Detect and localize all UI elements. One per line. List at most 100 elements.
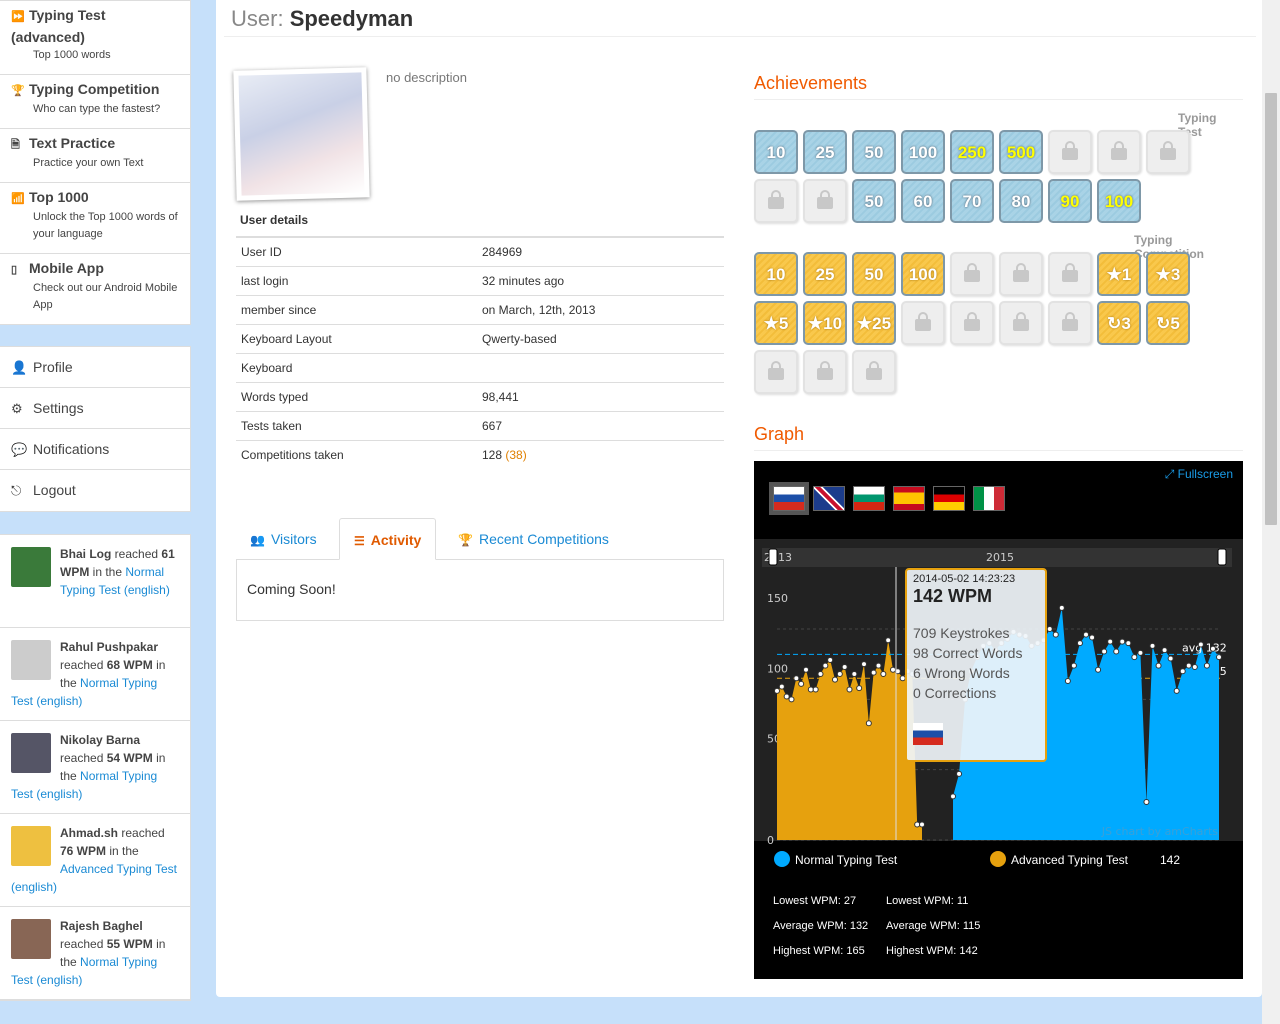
achievement-badge[interactable]: 100 bbox=[901, 130, 945, 174]
locked-badge[interactable] bbox=[950, 252, 994, 296]
data-point[interactable] bbox=[1058, 604, 1065, 611]
legend-advanced[interactable]: Advanced Typing Test 142 bbox=[990, 851, 1180, 867]
data-point[interactable] bbox=[1119, 638, 1126, 645]
achievement-badge[interactable]: 90 bbox=[1048, 179, 1092, 223]
feed-test-link[interactable]: Normal Typing Test bbox=[11, 955, 157, 987]
feed-user[interactable]: Rahul Pushpakar bbox=[60, 640, 158, 654]
feed-lang-link[interactable]: (english) bbox=[11, 880, 57, 894]
scroll-handle[interactable] bbox=[768, 548, 778, 566]
achievement-badge[interactable]: 25 bbox=[803, 130, 847, 174]
data-point[interactable] bbox=[1137, 649, 1144, 656]
feed-lang-link[interactable]: (english) bbox=[36, 787, 82, 801]
data-point[interactable] bbox=[1197, 641, 1204, 648]
locked-badge[interactable] bbox=[901, 301, 945, 345]
locked-badge[interactable] bbox=[803, 179, 847, 223]
achievement-badge[interactable]: 250 bbox=[950, 130, 994, 174]
tab-recent-competitions[interactable]: 🏆 Recent Competitions bbox=[444, 518, 623, 560]
data-point[interactable] bbox=[861, 661, 867, 668]
achievement-badge[interactable]: 100 bbox=[901, 252, 945, 296]
achievement-badge[interactable]: 50 bbox=[852, 130, 896, 174]
achievement-badge[interactable]: 10 bbox=[754, 130, 798, 174]
data-point[interactable] bbox=[1046, 626, 1053, 632]
data-point[interactable] bbox=[846, 686, 853, 693]
data-point[interactable] bbox=[1173, 687, 1180, 694]
avatar[interactable] bbox=[11, 733, 51, 773]
achievement-badge[interactable]: ★5 bbox=[754, 301, 798, 345]
locked-badge[interactable] bbox=[754, 179, 798, 223]
data-point[interactable] bbox=[885, 637, 892, 644]
data-point[interactable] bbox=[856, 685, 863, 692]
locked-badge[interactable] bbox=[852, 350, 896, 394]
locked-badge[interactable] bbox=[950, 301, 994, 345]
achievement-badge[interactable]: ↻3 bbox=[1097, 301, 1141, 345]
data-point[interactable] bbox=[1064, 678, 1071, 685]
achievement-badge[interactable]: ★25 bbox=[852, 301, 896, 345]
nav-item[interactable]: ⏩ Typing Test (advanced) Top 1000 words bbox=[0, 1, 190, 75]
menu-item-profile[interactable]: 👤 Profile bbox=[0, 347, 190, 388]
data-point[interactable] bbox=[788, 696, 795, 703]
menu-item-notifications[interactable]: 💬 Notifications bbox=[0, 429, 190, 470]
locked-badge[interactable] bbox=[1048, 301, 1092, 345]
data-point[interactable] bbox=[1161, 647, 1168, 654]
locked-badge[interactable] bbox=[999, 252, 1043, 296]
data-point[interactable] bbox=[1101, 648, 1108, 655]
avatar[interactable] bbox=[11, 826, 51, 866]
achievement-badge[interactable]: ★1 bbox=[1097, 252, 1141, 296]
data-point[interactable] bbox=[890, 666, 896, 673]
achievement-badge[interactable]: 500 bbox=[999, 130, 1043, 174]
data-point[interactable] bbox=[1107, 638, 1114, 645]
locked-badge[interactable] bbox=[1146, 130, 1190, 174]
data-point[interactable] bbox=[1179, 668, 1186, 675]
data-point[interactable] bbox=[778, 683, 785, 690]
data-point[interactable] bbox=[793, 675, 800, 682]
data-point[interactable] bbox=[807, 686, 814, 693]
data-point[interactable] bbox=[1076, 640, 1083, 647]
data-point[interactable] bbox=[950, 793, 956, 800]
scrollbar[interactable] bbox=[1262, 0, 1280, 1024]
data-point[interactable] bbox=[919, 821, 925, 828]
achievement-badge[interactable]: 25 bbox=[803, 252, 847, 296]
data-point[interactable] bbox=[1113, 648, 1120, 655]
data-point[interactable] bbox=[1209, 645, 1216, 652]
feed-user[interactable]: Nikolay Barna bbox=[60, 733, 140, 747]
feed-test-link[interactable]: Advanced Typing Test bbox=[60, 862, 177, 876]
scroll-handle[interactable] bbox=[1217, 548, 1227, 566]
legend-normal[interactable]: Normal Typing Test bbox=[774, 851, 897, 867]
achievement-badge[interactable]: ★3 bbox=[1146, 252, 1190, 296]
data-point[interactable] bbox=[1083, 631, 1089, 638]
achievement-badge[interactable]: 50 bbox=[852, 252, 896, 296]
data-point[interactable] bbox=[827, 656, 834, 663]
feed-user[interactable]: Rajesh Baghel bbox=[60, 919, 143, 933]
achievement-badge[interactable]: ★10 bbox=[803, 301, 847, 345]
avatar[interactable] bbox=[11, 547, 51, 587]
data-point[interactable] bbox=[1131, 654, 1138, 661]
data-point[interactable] bbox=[956, 770, 963, 777]
data-point[interactable] bbox=[1089, 634, 1096, 641]
data-point[interactable] bbox=[832, 676, 838, 683]
nav-item[interactable]: ▯ Mobile App Check out our Android Mobile … bbox=[0, 254, 190, 324]
data-point[interactable] bbox=[914, 821, 921, 828]
data-point[interactable] bbox=[1167, 655, 1174, 662]
achievement-badge[interactable]: 80 bbox=[999, 179, 1043, 223]
nav-item[interactable]: 📶 Top 1000 Unlock the Top 1000 words of yo… bbox=[0, 183, 190, 254]
data-point[interactable] bbox=[1216, 654, 1222, 661]
data-point[interactable] bbox=[774, 687, 780, 694]
achievement-badge[interactable]: ↻5 bbox=[1146, 301, 1190, 345]
data-point[interactable] bbox=[1070, 662, 1077, 669]
achievement-badge[interactable]: 60 bbox=[901, 179, 945, 223]
achievement-badge[interactable]: 70 bbox=[950, 179, 994, 223]
data-point[interactable] bbox=[1185, 662, 1192, 669]
tab-visitors[interactable]: 👥 Visitors bbox=[236, 518, 331, 560]
nav-item[interactable]: 🗎 Text Practice Practice your own Text bbox=[0, 129, 190, 183]
data-point[interactable] bbox=[1125, 640, 1132, 647]
data-point[interactable] bbox=[851, 671, 858, 678]
locked-badge[interactable] bbox=[1048, 252, 1092, 296]
data-point[interactable] bbox=[875, 662, 882, 669]
data-point[interactable] bbox=[817, 671, 824, 678]
feed-test-link[interactable]: Normal Typing Test bbox=[11, 676, 157, 708]
data-point[interactable] bbox=[1203, 662, 1210, 669]
locked-badge[interactable] bbox=[1048, 130, 1092, 174]
avatar[interactable] bbox=[11, 640, 51, 680]
achievement-badge[interactable]: 50 bbox=[852, 179, 896, 223]
locked-badge[interactable] bbox=[1097, 130, 1141, 174]
